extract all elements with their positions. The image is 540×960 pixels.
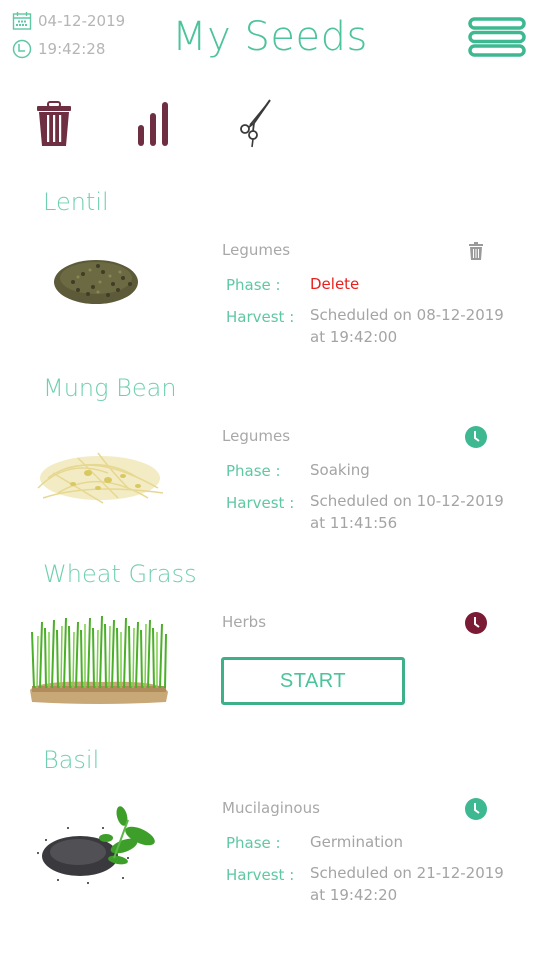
phase-label: Phase : bbox=[226, 462, 281, 480]
seed-category: Herbs bbox=[222, 613, 267, 631]
clock-icon bbox=[465, 798, 487, 820]
harvest-button[interactable] bbox=[228, 98, 280, 150]
phase-value: Delete bbox=[310, 275, 360, 293]
scissors-icon bbox=[240, 99, 271, 148]
harvest-label: Harvest : bbox=[226, 494, 295, 512]
seed-name: Wheat Grass bbox=[43, 560, 197, 588]
delete-seed-button[interactable] bbox=[464, 239, 488, 263]
seed-category: Legumes bbox=[222, 241, 291, 259]
timer-button[interactable] bbox=[464, 611, 488, 635]
seed-card-wheat-grass[interactable]: Wheat Grass Herbs START bbox=[0, 556, 540, 742]
seed-category: Mucilaginous bbox=[222, 799, 320, 817]
phase-value: Germination bbox=[310, 833, 403, 851]
seed-name: Mung Bean bbox=[43, 374, 177, 402]
trash-icon bbox=[37, 101, 71, 146]
app-header: 04-12-2019 19:42:28 My Seeds bbox=[0, 0, 540, 80]
timer-button[interactable] bbox=[464, 425, 488, 449]
bar-chart-icon bbox=[138, 102, 168, 146]
phase-value: Soaking bbox=[310, 461, 370, 479]
hamburger-menu-icon bbox=[468, 17, 526, 57]
harvest-value: Scheduled on 10-12-2019 at 11:41:56 bbox=[310, 490, 504, 534]
seed-card-basil[interactable]: Basil Mucilaginous Phase : Germination H… bbox=[0, 742, 540, 928]
harvest-value: Scheduled on 21-12-2019 at 19:42:20 bbox=[310, 862, 504, 906]
phase-label: Phase : bbox=[226, 834, 281, 852]
clock-icon bbox=[465, 612, 487, 634]
seed-card-mung-bean[interactable]: Mung Bean Legumes Phase : Soaking Harves… bbox=[0, 370, 540, 556]
mung-bean-image bbox=[37, 452, 164, 504]
harvest-time: at 19:42:20 bbox=[310, 886, 398, 904]
harvest-label: Harvest : bbox=[226, 308, 295, 326]
menu-button[interactable] bbox=[468, 16, 526, 58]
seed-name: Basil bbox=[43, 746, 100, 774]
lentil-image bbox=[54, 260, 138, 304]
statistics-button[interactable] bbox=[128, 98, 180, 150]
harvest-label: Harvest : bbox=[226, 866, 295, 884]
clock-icon bbox=[465, 426, 487, 448]
phase-label: Phase : bbox=[226, 276, 281, 294]
harvest-date: Scheduled on 08-12-2019 bbox=[310, 306, 504, 324]
harvest-date: Scheduled on 10-12-2019 bbox=[310, 492, 504, 510]
harvest-value: Scheduled on 08-12-2019 at 19:42:00 bbox=[310, 304, 504, 348]
start-button[interactable]: START bbox=[221, 657, 405, 705]
seed-name: Lentil bbox=[43, 188, 109, 216]
trash-icon bbox=[469, 242, 483, 260]
trash-button[interactable] bbox=[28, 98, 80, 150]
timer-button[interactable] bbox=[464, 797, 488, 821]
basil-image bbox=[37, 806, 155, 884]
page-title: My Seeds bbox=[172, 14, 368, 60]
seed-card-lentil[interactable]: Lentil Legumes Phase : Delete Harvest : … bbox=[0, 184, 540, 370]
harvest-date: Scheduled on 21-12-2019 bbox=[310, 864, 504, 882]
harvest-time: at 19:42:00 bbox=[310, 328, 398, 346]
wheat-grass-image bbox=[30, 615, 168, 704]
toolbar bbox=[0, 98, 300, 150]
seed-category: Legumes bbox=[222, 427, 291, 445]
harvest-time: at 11:41:56 bbox=[310, 514, 398, 532]
